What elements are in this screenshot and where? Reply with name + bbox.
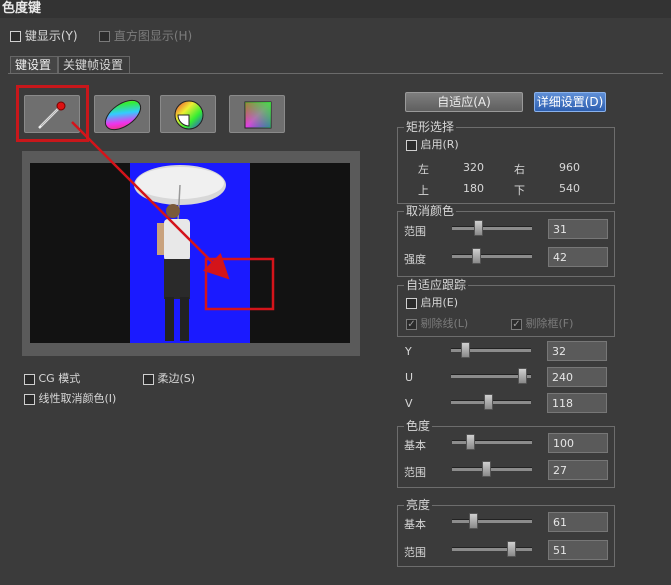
tracking-enable-checkbox[interactable] <box>406 297 417 309</box>
slider-thumb[interactable] <box>466 434 475 450</box>
luma-base-label: 基本 <box>404 518 426 531</box>
luma-title: 亮度 <box>404 498 433 512</box>
luma-range-label: 范围 <box>404 546 426 559</box>
remove-line-option[interactable]: 剔除线(L) <box>406 315 468 331</box>
detail-settings-button[interactable]: 详细设置(D) <box>534 92 606 112</box>
slider-track <box>452 254 532 258</box>
tracking-enable-label: 启用(E) <box>420 296 459 309</box>
chroma-range-label: 范围 <box>404 466 426 479</box>
rect-right-value: 960 <box>559 161 580 174</box>
despill-strength-slider[interactable] <box>452 248 532 264</box>
slider-track <box>452 547 532 551</box>
soft-edge-option[interactable]: 柔边(S) <box>143 370 195 386</box>
chroma-group: 色度 基本 100 范围 27 <box>397 419 615 488</box>
slider-thumb[interactable] <box>461 342 470 358</box>
rect-bottom-label: 下 <box>514 184 525 197</box>
u-value[interactable]: 240 <box>547 367 607 387</box>
slider-thumb[interactable] <box>482 461 491 477</box>
tracking-enable-option[interactable]: 启用(E) <box>406 294 458 310</box>
slider-track <box>452 440 532 444</box>
linear-despill-label: 线性取消颜色(I) <box>38 392 117 405</box>
cg-mode-checkbox[interactable] <box>24 373 35 385</box>
y-slider[interactable] <box>451 342 531 358</box>
despill-strength-value[interactable]: 42 <box>548 247 608 267</box>
v-value[interactable]: 118 <box>547 393 607 413</box>
rect-enable-label: 启用(R) <box>420 138 459 151</box>
linear-despill-option[interactable]: 线性取消颜色(I) <box>24 390 116 406</box>
rect-top-value: 180 <box>463 182 484 195</box>
despill-group: 取消颜色 范围 31 强度 42 <box>397 204 615 277</box>
rect-left-value: 320 <box>463 161 484 174</box>
soft-edge-label: 柔边(S) <box>157 372 196 385</box>
adaptive-button[interactable]: 自适应(A) <box>405 92 523 112</box>
rect-select-title: 矩形选择 <box>404 120 457 134</box>
despill-range-slider[interactable] <box>452 220 532 236</box>
despill-title: 取消颜色 <box>404 204 457 218</box>
rect-right-label: 右 <box>514 163 525 176</box>
adaptive-tracking-title: 自适应跟踪 <box>404 278 469 292</box>
rect-left-label: 左 <box>418 163 429 176</box>
despill-strength-label: 强度 <box>404 253 426 266</box>
v-label: V <box>405 397 413 410</box>
slider-thumb[interactable] <box>518 368 527 384</box>
adaptive-tracking-group: 自适应跟踪 启用(E) 剔除线(L) 剔除框(F) <box>397 278 615 337</box>
slider-track <box>452 467 532 471</box>
remove-frame-option[interactable]: 剔除框(F) <box>511 315 573 331</box>
cg-mode-option[interactable]: CG 模式 <box>24 370 80 386</box>
rect-enable-option[interactable]: 启用(R) <box>406 136 459 152</box>
v-slider[interactable] <box>451 394 531 410</box>
luma-base-slider[interactable] <box>452 513 532 529</box>
rect-bottom-value: 540 <box>559 182 580 195</box>
despill-range-label: 范围 <box>404 225 426 238</box>
cg-mode-label: CG 模式 <box>38 372 81 385</box>
u-slider[interactable] <box>451 368 531 384</box>
slider-thumb[interactable] <box>507 541 516 557</box>
remove-line-checkbox[interactable] <box>406 318 417 330</box>
chroma-range-slider[interactable] <box>452 461 532 477</box>
rect-enable-checkbox[interactable] <box>406 139 417 151</box>
slider-thumb[interactable] <box>472 248 481 264</box>
despill-range-value[interactable]: 31 <box>548 219 608 239</box>
chroma-base-label: 基本 <box>404 439 426 452</box>
slider-thumb[interactable] <box>484 394 493 410</box>
chroma-base-slider[interactable] <box>452 434 532 450</box>
y-label: Y <box>405 345 412 358</box>
annotation-arrow <box>71 121 230 280</box>
rect-top-label: 上 <box>418 184 429 197</box>
linear-despill-checkbox[interactable] <box>24 393 35 405</box>
y-value[interactable]: 32 <box>547 341 607 361</box>
chroma-range-value[interactable]: 27 <box>548 460 608 480</box>
chroma-title: 色度 <box>404 419 433 433</box>
luma-group: 亮度 基本 61 范围 51 <box>397 498 615 567</box>
luma-base-value[interactable]: 61 <box>548 512 608 532</box>
remove-frame-checkbox[interactable] <box>511 318 522 330</box>
u-label: U <box>405 371 414 384</box>
remove-frame-label: 剔除框(F) <box>525 317 574 330</box>
slider-track <box>452 226 532 230</box>
slider-track <box>452 519 532 523</box>
rect-select-group: 矩形选择 启用(R) 左 320 右 960 上 180 下 540 <box>397 120 615 204</box>
soft-edge-checkbox[interactable] <box>143 373 154 385</box>
slider-thumb[interactable] <box>474 220 483 236</box>
remove-line-label: 剔除线(L) <box>420 317 469 330</box>
slider-thumb[interactable] <box>469 513 478 529</box>
luma-range-slider[interactable] <box>452 541 532 557</box>
chroma-base-value[interactable]: 100 <box>548 433 608 453</box>
luma-range-value[interactable]: 51 <box>548 540 608 560</box>
